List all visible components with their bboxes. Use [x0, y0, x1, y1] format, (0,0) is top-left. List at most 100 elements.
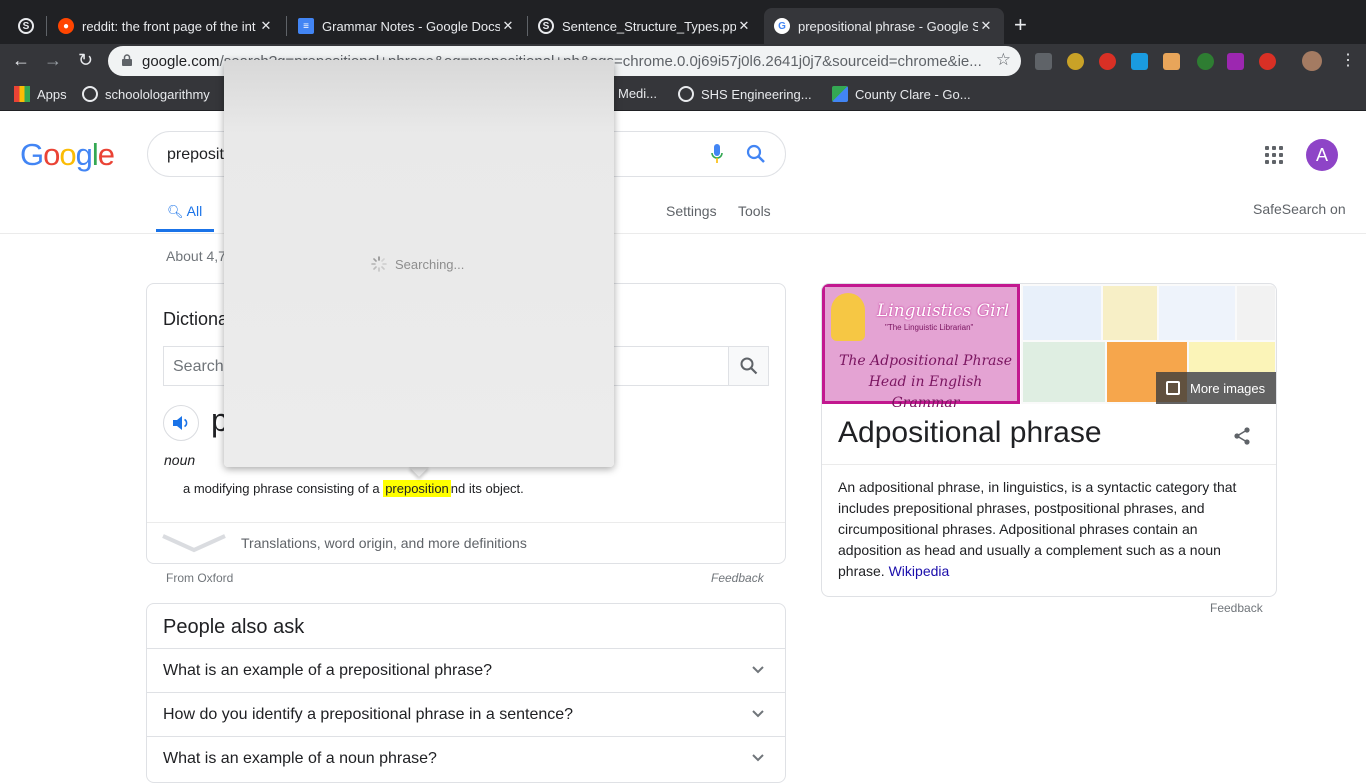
bookmark-label: schoolologarithmy [105, 86, 210, 102]
popup-status: Searching... [395, 257, 465, 272]
pronunciation-button[interactable] [163, 405, 199, 441]
tab-reddit[interactable]: ● reddit: the front page of the int ✕ [48, 8, 284, 44]
people-also-ask: People also ask What is an example of a … [146, 603, 786, 783]
more-images-button[interactable]: More images [1156, 372, 1276, 404]
forward-icon[interactable]: → [44, 50, 62, 71]
tab-grammar-notes[interactable]: ≡ Grammar Notes - Google Docs ✕ [288, 8, 526, 44]
more-definitions-link[interactable]: Translations, word origin, and more defi… [241, 535, 527, 551]
crx-extension-icon[interactable] [1035, 53, 1052, 70]
people-also-ask-title: People also ask [163, 616, 305, 638]
feedback-link[interactable]: Feedback [1210, 601, 1263, 615]
box-extension-icon[interactable] [1163, 53, 1180, 70]
bookmark-schoolologarithmy[interactable]: schoolologarithmy [82, 86, 210, 102]
owl-extension-icon[interactable] [1067, 53, 1084, 70]
adblock-extension-icon[interactable] [1099, 53, 1116, 70]
knowledge-panel-image-main[interactable]: Linguistics Girl "The Linguistic Librari… [822, 284, 1020, 411]
safesearch-status[interactable]: SafeSearch on [1253, 201, 1346, 217]
google-logo[interactable]: Google [20, 137, 115, 173]
cartoon-girl-icon [831, 293, 865, 341]
chevron-down-icon [752, 754, 764, 762]
profile-avatar-icon[interactable] [1302, 51, 1322, 71]
question-text: How do you identify a prepositional phra… [163, 706, 574, 723]
divider [822, 464, 1276, 465]
tab-title: reddit: the front page of the int [82, 18, 256, 34]
checkmark-extension-icon[interactable] [1131, 53, 1148, 70]
tab-prepositional-phrase[interactable]: G prepositional phrase - Google S ✕ [764, 8, 1004, 44]
reddit-icon: ● [58, 18, 74, 34]
color-extension-icon[interactable] [1227, 53, 1244, 70]
red-extension-icon[interactable] [1259, 53, 1276, 70]
reload-icon[interactable]: ↻ [78, 50, 93, 71]
divider [147, 522, 785, 523]
search-icon: 🔍︎ [167, 204, 184, 219]
definition-text: a modifying phrase consisting of a [183, 481, 380, 496]
close-icon[interactable]: ✕ [258, 18, 274, 34]
close-icon[interactable]: ✕ [978, 18, 994, 34]
s-logo-icon [82, 86, 98, 102]
search-input[interactable]: preposit [167, 146, 224, 164]
lock-icon [122, 54, 132, 66]
tab-tools[interactable]: Tools [738, 203, 771, 219]
active-tab-indicator [156, 229, 214, 232]
s-logo-icon: S [18, 18, 34, 34]
more-images-label: More images [1190, 380, 1266, 396]
new-tab-button[interactable]: + [1014, 12, 1027, 38]
bookmark-medi[interactable]: Medi... [618, 86, 657, 101]
tab-settings[interactable]: Settings [666, 203, 717, 219]
google-apps-icon[interactable] [1265, 146, 1283, 164]
tab-all[interactable]: 🔍︎ All [167, 203, 202, 220]
tab-title: prepositional phrase - Google S [798, 18, 978, 34]
list-item[interactable]: What is an example of a prepositional ph… [147, 648, 785, 692]
knowledge-panel: Linguistics Girl "The Linguistic Librari… [821, 283, 1277, 597]
back-icon[interactable]: ← [12, 50, 30, 71]
tab-title: Sentence_Structure_Types.ppt [562, 18, 736, 34]
bookmarks-bar: Apps schoolologarithmy Medi... SHS Engin… [0, 78, 1366, 111]
bookmark-apps[interactable]: Apps [14, 86, 67, 102]
tab-separator [286, 16, 287, 36]
dictionary-title: Dictiona [163, 309, 229, 329]
image-caption: The Adpositional Phrase Head in English … [839, 353, 1012, 411]
share-icon[interactable] [1232, 426, 1252, 446]
search-icon [740, 357, 758, 375]
bookmark-label: SHS Engineering... [701, 86, 812, 102]
close-icon[interactable]: ✕ [500, 18, 516, 34]
bookmark-label: Medi... [618, 86, 658, 101]
maps-icon [832, 86, 848, 102]
bookmark-county-clare[interactable]: County Clare - Go... [832, 86, 971, 102]
wikipedia-link[interactable]: Wikipedia [889, 563, 950, 579]
apps-icon [14, 86, 30, 102]
tab-sentence-structure[interactable]: S Sentence_Structure_Types.ppt ✕ [528, 8, 762, 44]
close-icon[interactable]: ✕ [736, 18, 752, 34]
dictionary-source: From Oxford [166, 571, 234, 585]
definition: a modifying phrase consisting of a prepo… [183, 480, 524, 497]
google-icon: G [774, 18, 790, 34]
browser-toolbar: ← → ↻ google.com/search?q=prepositional+… [0, 44, 1366, 78]
bookmark-label: County Clare - Go... [855, 86, 971, 102]
url-host: google.com [142, 52, 220, 70]
search-nav-tabs: 🔍︎ All Settings Tools [0, 196, 1366, 234]
list-item[interactable]: What is an example of a noun phrase? [147, 736, 785, 780]
part-of-speech: noun [164, 452, 196, 468]
tab-all-label: All [186, 203, 203, 219]
tab-strip: S ● reddit: the front page of the int ✕ … [0, 0, 1366, 44]
bookmark-shs-engineering[interactable]: SHS Engineering... [678, 86, 812, 102]
knowledge-panel-title: Adpositional phrase [838, 416, 1102, 449]
tab-pinned[interactable]: S [8, 8, 48, 44]
loading-spinner-icon [371, 256, 387, 272]
menu-icon[interactable]: ⋮ [1340, 50, 1356, 70]
star-icon[interactable]: ☆ [996, 50, 1011, 70]
result-stats: About 4,7 [166, 248, 226, 264]
microphone-icon[interactable] [711, 144, 723, 164]
leaf-extension-icon[interactable] [1197, 53, 1214, 70]
search-icon[interactable] [746, 144, 766, 164]
dictionary-search-placeholder: Search [173, 358, 224, 375]
s-logo-icon: S [538, 18, 554, 34]
list-item[interactable]: How do you identify a prepositional phra… [147, 692, 785, 736]
account-avatar[interactable]: A [1306, 139, 1338, 171]
bookmark-label: Apps [37, 86, 67, 102]
docs-icon: ≡ [298, 18, 314, 34]
dictionary-search-button[interactable] [728, 347, 768, 385]
feedback-link[interactable]: Feedback [711, 571, 764, 585]
knowledge-panel-description: An adpositional phrase, in linguistics, … [838, 477, 1258, 582]
chevron-down-icon[interactable] [161, 532, 227, 556]
